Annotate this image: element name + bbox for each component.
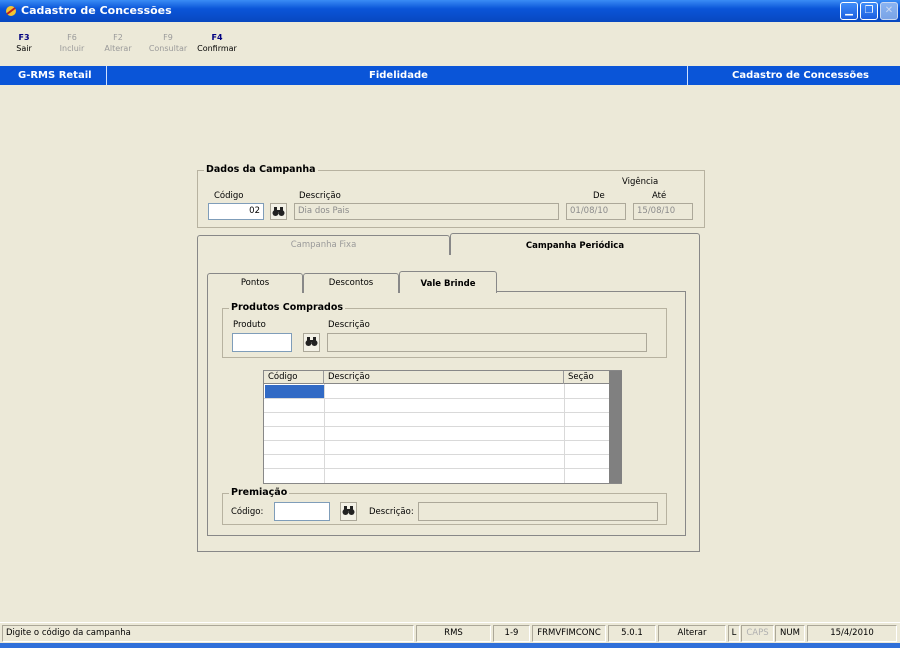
produtos-group-title: Produtos Comprados xyxy=(229,302,346,313)
vigencia-de-field: 01/08/10 xyxy=(566,203,626,220)
vigencia-ate-field: 15/08/10 xyxy=(633,203,693,220)
produto-descricao-field xyxy=(327,333,647,352)
ate-label: Até xyxy=(652,191,667,201)
toolbar-alterar-button: F2 Alterar xyxy=(102,32,134,54)
fkey-label: F9 xyxy=(163,33,173,42)
grid-row-line xyxy=(264,468,609,469)
fkey-caption: Alterar xyxy=(104,44,132,53)
tab-pontos[interactable]: Pontos xyxy=(207,273,303,293)
descricao-campanha-field: Dia dos Pais xyxy=(294,203,559,220)
close-button: ✕ xyxy=(880,2,898,20)
toolbar-incluir-button: F6 Incluir xyxy=(56,32,88,54)
tab-campanha-fixa[interactable]: Campanha Fixa xyxy=(197,235,450,255)
fkey-label: F2 xyxy=(113,33,123,42)
app-icon xyxy=(6,6,16,16)
tab-campanha-periodica[interactable]: Campanha Periódica xyxy=(450,233,700,255)
premiacao-descricao-field xyxy=(418,502,658,521)
toolbar-confirmar-button[interactable]: F4 Confirmar xyxy=(194,32,240,54)
restore-button[interactable]: ❐ xyxy=(860,2,878,20)
header-divider xyxy=(687,66,688,85)
status-bar: Digite o código da campanha RMS 1-9 FRMV… xyxy=(0,622,900,643)
status-date: 15/4/2010 xyxy=(807,625,897,642)
status-message: Digite o código da campanha xyxy=(2,625,414,642)
status-pages: 1-9 xyxy=(493,625,530,642)
premiacao-group-title: Premiação xyxy=(229,487,290,498)
de-label: De xyxy=(593,191,605,201)
grid-col-codigo[interactable]: Código xyxy=(264,371,324,384)
fkey-caption: Consultar xyxy=(148,44,188,53)
vigencia-label: Vigência xyxy=(622,177,659,187)
produto-lookup-button[interactable] xyxy=(303,333,320,352)
tab-vale-brinde[interactable]: Vale Brinde xyxy=(399,271,497,293)
toolbar-sair-button[interactable]: F3 Sair xyxy=(10,32,38,54)
codigo-campanha-input[interactable]: 02 xyxy=(208,203,264,220)
status-caps: CAPS xyxy=(741,625,774,642)
descricao-label: Descrição xyxy=(299,191,341,201)
fkey-caption: Sair xyxy=(16,44,32,53)
grid-row-line xyxy=(264,398,609,399)
fkey-label: F6 xyxy=(67,33,77,42)
header-divider xyxy=(106,66,107,85)
binoculars-icon xyxy=(272,207,285,216)
produto-label: Produto xyxy=(233,320,266,330)
minimize-button[interactable]: ▁ xyxy=(840,2,858,20)
grid-col-secao[interactable]: Seção xyxy=(564,371,609,384)
status-mode: Alterar xyxy=(658,625,726,642)
grid-selected-cell[interactable] xyxy=(265,385,324,398)
premiacao-codigo-label: Código: xyxy=(231,507,264,517)
status-system: RMS xyxy=(416,625,491,642)
fkey-label: F4 xyxy=(211,33,223,42)
premiacao-codigo-input[interactable] xyxy=(274,502,330,521)
module-header: G-RMS Retail Fidelidade Cadastro de Conc… xyxy=(0,66,900,85)
campaign-group-title: Dados da Campanha xyxy=(204,164,318,175)
grid-row-line xyxy=(264,454,609,455)
codigo-label: Código xyxy=(214,191,244,201)
header-product: G-RMS Retail xyxy=(18,70,92,81)
window-bottom-border xyxy=(0,643,900,648)
status-form: FRMVFIMCONC xyxy=(532,625,606,642)
header-screen: Cadastro de Concessões xyxy=(732,70,869,81)
grid-row-line xyxy=(264,426,609,427)
binoculars-icon xyxy=(305,337,318,346)
binoculars-icon xyxy=(342,506,355,515)
grid-col-descricao[interactable]: Descrição xyxy=(324,371,564,384)
grid-scrollbar[interactable] xyxy=(609,371,622,483)
tab-descontos[interactable]: Descontos xyxy=(303,273,399,293)
produtos-grid[interactable]: Código Descrição Seção xyxy=(263,370,622,484)
header-module: Fidelidade xyxy=(369,70,428,81)
toolbar-consultar-button: F9 Consultar xyxy=(146,32,190,54)
fkey-caption: Confirmar xyxy=(197,44,237,53)
status-l: L xyxy=(728,625,740,642)
codigo-lookup-button[interactable] xyxy=(270,203,287,220)
produto-input[interactable] xyxy=(232,333,292,352)
grid-row-line xyxy=(264,412,609,413)
status-version: 5.0.1 xyxy=(608,625,656,642)
premiacao-descricao-label: Descrição: xyxy=(369,507,414,517)
produto-descricao-label: Descrição xyxy=(328,320,370,330)
window-title-bar: Cadastro de Concessões ▁ ❐ ✕ xyxy=(0,0,900,22)
grid-row-line xyxy=(264,440,609,441)
status-num: NUM xyxy=(775,625,805,642)
fkey-caption: Incluir xyxy=(59,44,85,53)
window-title: Cadastro de Concessões xyxy=(21,4,172,17)
premiacao-lookup-button[interactable] xyxy=(340,502,357,521)
fkey-label: F3 xyxy=(18,33,30,42)
